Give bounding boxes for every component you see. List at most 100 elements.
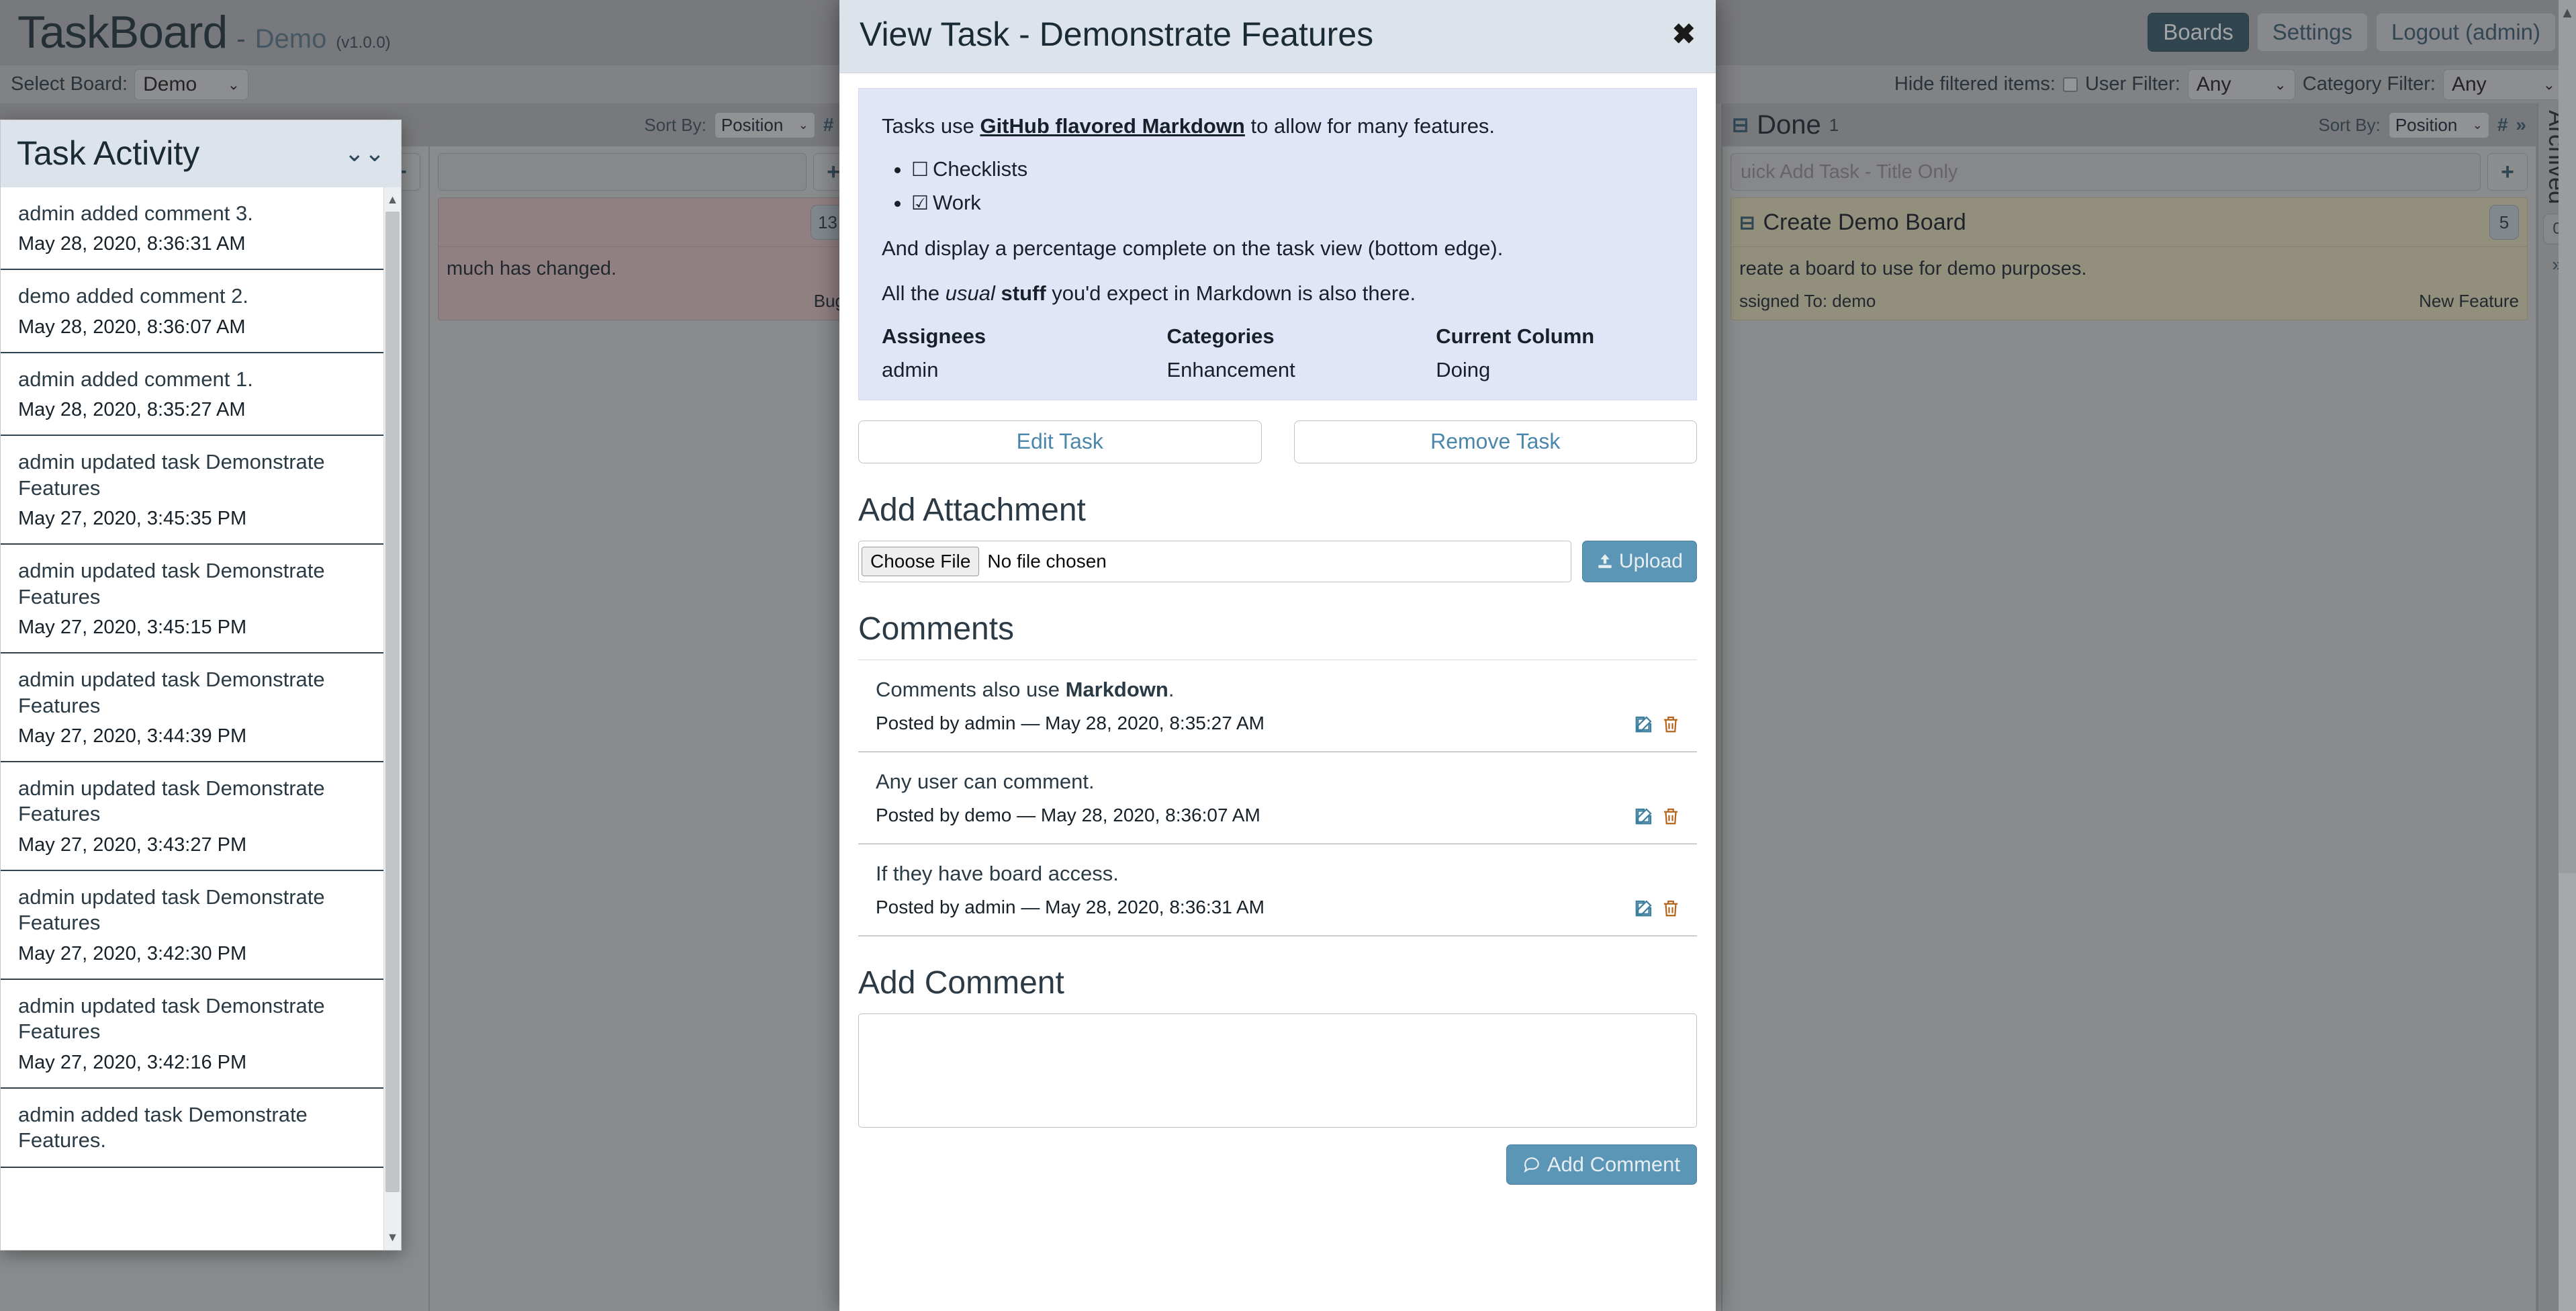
close-icon[interactable]: ✖: [1672, 20, 1696, 48]
comment-text: Comments also use Markdown.: [876, 678, 1634, 702]
task-card[interactable]: ⊟ Create Demo Board 5 reate a board to u…: [1731, 197, 2528, 320]
remove-task-button[interactable]: Remove Task: [1293, 420, 1697, 463]
user-filter-dropdown[interactable]: Any: [2187, 69, 2295, 100]
activity-item: admin added comment 1. May 28, 2020, 8:35…: [1, 353, 401, 437]
column-title: Done: [1757, 109, 1821, 140]
category-filter-dropdown[interactable]: Any: [2443, 69, 2564, 100]
add-attachment-heading: Add Attachment: [858, 492, 1086, 528]
scroll-up-arrow-icon[interactable]: ▲: [2560, 4, 2575, 21]
chevron-double-down-icon[interactable]: ⌄⌄: [344, 139, 385, 167]
description-line-1-post: to allow for many features.: [1244, 114, 1496, 138]
task-card-assignee: ssigned To: demo: [1739, 291, 1876, 311]
edit-comment-icon[interactable]: [1634, 806, 1654, 826]
meta-value-current-column: Doing: [1436, 357, 1491, 381]
activity-item-date: May 27, 2020, 3:45:15 PM: [18, 617, 247, 639]
activity-item-date: May 27, 2020, 3:42:16 PM: [18, 1051, 247, 1073]
hash-icon[interactable]: #: [823, 114, 834, 136]
activity-scrollbar[interactable]: ▲ ▼: [383, 187, 401, 1250]
activity-item-date: May 28, 2020, 8:36:07 AM: [18, 316, 246, 338]
checkbox-unchecked-icon[interactable]: ☐: [911, 159, 929, 181]
comment-actions: [1634, 806, 1681, 826]
checklist-item: ☑Work: [911, 191, 1673, 215]
activity-item: admin added comment 3. May 28, 2020, 8:36…: [1, 187, 401, 271]
delete-comment-icon[interactable]: [1661, 714, 1681, 734]
choose-file-button[interactable]: Choose File: [862, 546, 980, 576]
task-card-badge: 5: [2489, 205, 2519, 240]
activity-item-text: admin updated task Demonstrate Features: [18, 450, 325, 500]
collapse-chevrons-icon[interactable]: »: [2516, 114, 2526, 136]
comment-text-bold: Markdown: [1065, 677, 1168, 701]
scroll-down-arrow-icon[interactable]: ▼: [387, 1230, 399, 1245]
edit-comment-icon[interactable]: [1634, 714, 1654, 734]
task-activity-header[interactable]: Task Activity ⌄⌄: [1, 120, 401, 187]
github-markdown-link[interactable]: GitHub flavored Markdown: [980, 114, 1244, 138]
table-header-row: Assignees Categories Current Column: [882, 324, 1673, 358]
edit-comment-icon[interactable]: [1634, 898, 1654, 918]
hash-icon[interactable]: #: [2497, 114, 2508, 136]
add-comment-textarea[interactable]: [858, 1013, 1697, 1128]
meta-header-categories: Categories: [1166, 324, 1275, 348]
quick-add-input[interactable]: [438, 153, 807, 191]
activity-item-text: admin added task Demonstrate Features.: [18, 1102, 308, 1152]
nav-logout-button[interactable]: Logout (admin): [2376, 13, 2556, 52]
activity-item-date: May 27, 2020, 3:42:30 PM: [18, 942, 247, 964]
quick-add-input[interactable]: [1731, 153, 2481, 191]
checkbox-checked-icon[interactable]: ☑: [911, 193, 929, 214]
activity-item-text: admin updated task Demonstrate Features: [18, 559, 325, 608]
nav-settings-button[interactable]: Settings: [2256, 13, 2368, 52]
description-line-3-italic: usual: [945, 281, 995, 305]
brand-board-name: Demo: [255, 24, 327, 54]
task-card-header: ⊟ Create Demo Board 5: [1731, 198, 2527, 247]
quick-add-row: +: [1722, 146, 2536, 197]
hide-filtered-checkbox[interactable]: [2062, 77, 2078, 92]
activity-item: admin updated task Demonstrate Features M…: [1, 545, 401, 654]
sort-by-wrapper[interactable]: Position ⌄: [2388, 111, 2489, 138]
scroll-up-arrow-icon[interactable]: ▲: [387, 193, 399, 207]
delete-comment-icon[interactable]: [1661, 806, 1681, 826]
modal-body: Tasks use GitHub flavored Markdown to al…: [839, 73, 1716, 1311]
edit-task-button[interactable]: Edit Task: [858, 420, 1262, 463]
page-scrollbar[interactable]: ▲: [2559, 0, 2576, 1311]
checklist-item: ☐Checklists: [911, 157, 1673, 181]
activity-item: admin updated task Demonstrate Features M…: [1, 980, 401, 1089]
activity-item-date: May 27, 2020, 3:44:39 PM: [18, 725, 247, 747]
file-input[interactable]: Choose File No file chosen: [858, 540, 1571, 582]
select-board-dropdown[interactable]: Demo: [134, 69, 249, 100]
activity-item-date: May 27, 2020, 3:45:35 PM: [18, 508, 247, 530]
select-board-label: Select Board:: [11, 73, 128, 95]
task-card-footer: Bug: [439, 284, 853, 320]
description-line-3-bold: stuff: [995, 281, 1046, 305]
board-selector-group: Select Board: Demo ⌄: [0, 69, 249, 100]
nav-boards-button[interactable]: Boards: [2148, 13, 2249, 52]
task-activity-list[interactable]: admin added comment 3. May 28, 2020, 8:36…: [1, 187, 401, 1250]
add-comment-button[interactable]: Add Comment: [1506, 1144, 1697, 1185]
sort-by-wrapper[interactable]: Position ⌄: [714, 111, 815, 138]
collapse-box-icon[interactable]: ⊟: [1739, 212, 1755, 234]
brand-separator: -: [236, 24, 246, 54]
activity-item: admin added task Demonstrate Features.: [1, 1089, 401, 1169]
add-task-button[interactable]: +: [2487, 153, 2528, 191]
filters-group: Hide filtered items: User Filter: Any ⌄ …: [1894, 69, 2576, 100]
brand-version: (v1.0.0): [336, 34, 391, 52]
comment-actions: [1634, 898, 1681, 918]
comment-text-plain: Comments also use: [876, 677, 1066, 701]
user-filter-wrapper[interactable]: Any ⌄: [2187, 69, 2295, 100]
scrollbar-thumb[interactable]: [2559, 0, 2576, 873]
collapse-box-icon[interactable]: ⊟: [1732, 114, 1749, 137]
user-filter-label: User Filter:: [2084, 73, 2180, 95]
select-board-wrapper[interactable]: Demo ⌄: [134, 69, 249, 100]
sort-by-dropdown[interactable]: Position: [2388, 111, 2489, 138]
upload-button[interactable]: Upload: [1581, 540, 1697, 582]
meta-value-categories: Enhancement: [1166, 357, 1295, 381]
activity-item-text: admin updated task Demonstrate Features: [18, 885, 325, 935]
task-card-body: much has changed.: [447, 258, 617, 279]
task-card-footer: ssigned To: demo New Feature: [1731, 284, 2527, 320]
scrollbar-thumb[interactable]: [385, 212, 400, 1192]
task-card[interactable]: 13 much has changed. Bug: [438, 197, 854, 320]
comments-heading: Comments: [858, 611, 1015, 647]
sort-by-dropdown[interactable]: Position: [714, 111, 815, 138]
delete-comment-icon[interactable]: [1661, 898, 1681, 918]
meta-value-assignees: admin: [882, 357, 939, 381]
sort-by-label: Sort By:: [644, 114, 706, 135]
category-filter-wrapper[interactable]: Any ⌄: [2443, 69, 2564, 100]
